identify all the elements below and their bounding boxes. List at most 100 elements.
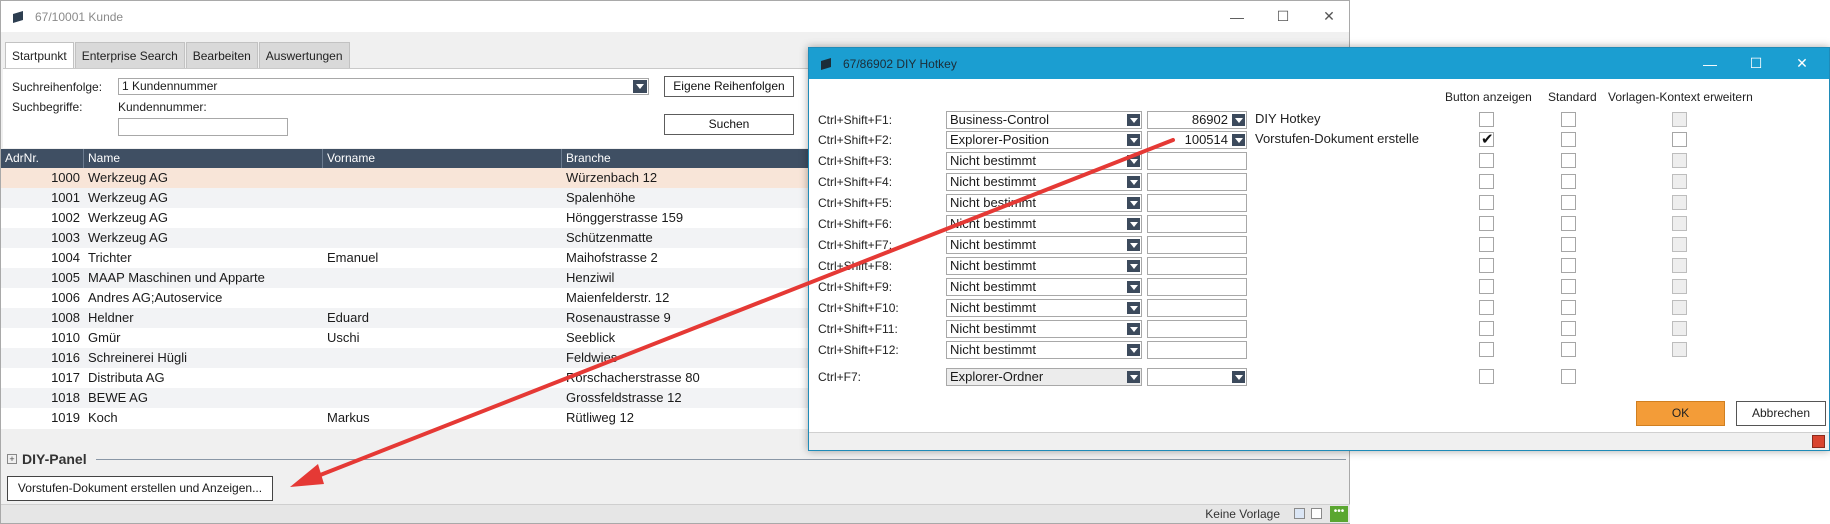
hotkey-value-field[interactable] [1147,320,1247,338]
search-order-select[interactable]: 1 Kundennummer [118,78,649,95]
close-icon[interactable]: ✕ [1306,1,1352,32]
hotkey-type-select[interactable]: Nicht bestimmt [946,299,1142,317]
maximize-icon[interactable]: ☐ [1260,1,1306,32]
expand-icon[interactable]: + [7,454,17,464]
template-context-checkbox [1672,195,1687,210]
chevron-down-icon[interactable] [1127,155,1140,167]
button-show-checkbox[interactable] [1479,369,1494,384]
ok-button[interactable]: OK [1636,401,1725,426]
standard-checkbox[interactable] [1561,132,1576,147]
tab-enterprise-search[interactable]: Enterprise Search [74,42,185,68]
tab-auswertungen[interactable]: Auswertungen [258,42,350,68]
maximize-icon[interactable]: ☐ [1733,48,1779,79]
hotkey-value-field[interactable] [1147,257,1247,275]
button-show-checkbox[interactable] [1479,216,1494,231]
hotkey-type-select[interactable]: Nicht bestimmt [946,320,1142,338]
template-context-checkbox[interactable] [1672,132,1687,147]
standard-checkbox[interactable] [1561,279,1576,294]
minimize-icon[interactable]: — [1214,1,1260,32]
button-show-checkbox[interactable] [1479,237,1494,252]
hotkey-value-field[interactable] [1147,215,1247,233]
chevron-down-icon[interactable] [1127,344,1140,356]
customer-no-input[interactable] [118,118,288,136]
chevron-down-icon[interactable] [1127,281,1140,293]
hotkey-value-select[interactable] [1147,368,1247,386]
button-show-checkbox[interactable] [1479,112,1494,127]
standard-checkbox[interactable] [1561,321,1576,336]
button-show-checkbox[interactable] [1479,174,1494,189]
button-show-checkbox[interactable] [1479,342,1494,357]
column-header-adrnr[interactable]: AdrNr. [1,149,84,168]
hotkey-value-field[interactable] [1147,152,1247,170]
chevron-down-icon[interactable] [1127,114,1140,126]
tab-bearbeiten[interactable]: Bearbeiten [185,42,258,68]
hotkey-value-select[interactable]: 100514 [1147,131,1247,149]
hotkey-value-field[interactable] [1147,278,1247,296]
chevron-down-icon[interactable] [1127,260,1140,272]
button-show-checkbox[interactable] [1479,279,1494,294]
chevron-down-icon[interactable] [1127,134,1140,146]
hotkey-type-select[interactable]: Explorer-Position [946,131,1142,149]
standard-checkbox[interactable] [1561,258,1576,273]
chevron-down-icon[interactable] [1232,371,1245,383]
hotkey-type-select[interactable]: Nicht bestimmt [946,173,1142,191]
chevron-down-icon[interactable] [1127,218,1140,230]
button-show-checkbox[interactable] [1479,300,1494,315]
hotkey-type-select[interactable]: Nicht bestimmt [946,152,1142,170]
button-show-checkbox[interactable]: ✔ [1479,131,1494,148]
hotkey-value-field[interactable] [1147,341,1247,359]
tab-startpunkt[interactable]: Startpunkt [5,42,74,69]
hotkey-type-select[interactable]: Explorer-Ordner [946,368,1142,386]
button-show-checkbox[interactable] [1479,153,1494,168]
diy-panel-header[interactable]: + DIY-Panel [7,451,87,467]
debug-icon[interactable] [1812,435,1825,448]
hotkey-value-select[interactable]: 86902 [1147,111,1247,129]
dialog-titlebar: 67/86902 DIY Hotkey — ☐ ✕ [809,48,1829,79]
column-header-name[interactable]: Name [84,149,323,168]
template-icon[interactable] [1294,508,1305,519]
standard-checkbox[interactable] [1561,195,1576,210]
own-order-button[interactable]: Eigene Reihenfolgen [664,76,794,97]
standard-checkbox[interactable] [1561,369,1576,384]
diy-action-button[interactable]: Vorstufen-Dokument erstellen und Anzeige… [7,476,273,501]
chevron-down-icon[interactable] [1127,239,1140,251]
button-show-checkbox[interactable] [1479,195,1494,210]
diy-hotkey-dialog: 67/86902 DIY Hotkey — ☐ ✕ Button anzeige… [808,47,1830,451]
chevron-down-icon[interactable] [1127,371,1140,383]
standard-checkbox[interactable] [1561,342,1576,357]
cell-vorname: Emanuel [327,250,379,265]
cancel-button[interactable]: Abbrechen [1736,401,1826,426]
hotkey-type-select[interactable]: Nicht bestimmt [946,278,1142,296]
column-header-vorname[interactable]: Vorname [323,149,562,168]
search-button[interactable]: Suchen [664,114,794,135]
close-icon[interactable]: ✕ [1779,48,1825,79]
hotkey-type-select[interactable]: Nicht bestimmt [946,194,1142,212]
standard-checkbox[interactable] [1561,237,1576,252]
hotkey-value-field[interactable] [1147,194,1247,212]
chevron-down-icon[interactable] [1127,176,1140,188]
chevron-down-icon[interactable] [1127,302,1140,314]
button-show-checkbox[interactable] [1479,258,1494,273]
standard-checkbox[interactable] [1561,300,1576,315]
chevron-down-icon[interactable] [1232,134,1245,146]
minimize-icon[interactable]: — [1687,48,1733,79]
hotkey-type-select[interactable]: Nicht bestimmt [946,257,1142,275]
hotkey-value-field[interactable] [1147,299,1247,317]
standard-checkbox[interactable] [1561,112,1576,127]
hotkey-type-select[interactable]: Nicht bestimmt [946,215,1142,233]
standard-checkbox[interactable] [1561,174,1576,189]
button-show-checkbox[interactable] [1479,321,1494,336]
standard-checkbox[interactable] [1561,216,1576,231]
chevron-down-icon[interactable] [1127,323,1140,335]
hotkey-value: 100514 [1184,132,1228,147]
hotkey-value-field[interactable] [1147,173,1247,191]
chevron-down-icon[interactable] [633,80,647,93]
chevron-down-icon[interactable] [1232,114,1245,126]
standard-checkbox[interactable] [1561,153,1576,168]
hotkey-value-field[interactable] [1147,236,1247,254]
hotkey-type-select[interactable]: Nicht bestimmt [946,341,1142,359]
hotkey-type-select[interactable]: Business-Control [946,111,1142,129]
hotkey-type-select[interactable]: Nicht bestimmt [946,236,1142,254]
clear-template-icon[interactable] [1311,508,1322,519]
chevron-down-icon[interactable] [1127,197,1140,209]
